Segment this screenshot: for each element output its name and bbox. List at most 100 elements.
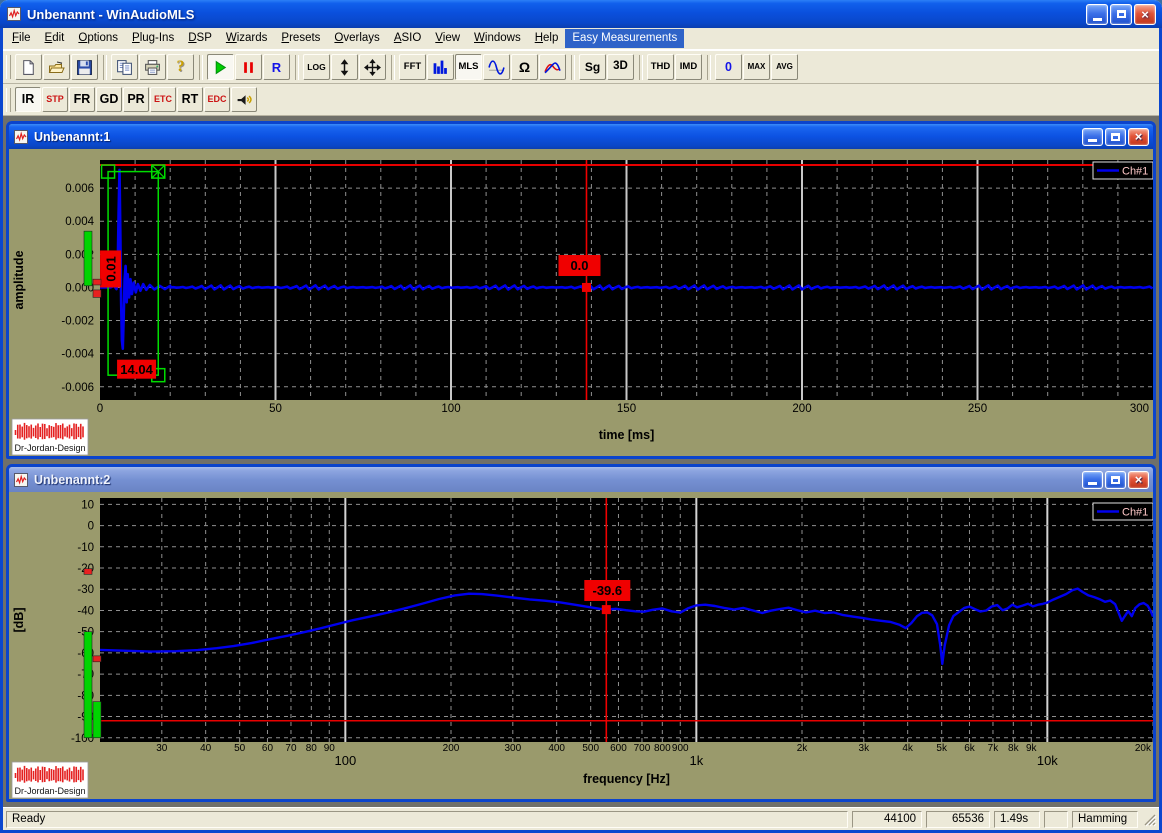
toolbar-grip[interactable]	[6, 55, 11, 79]
level-meter-red	[92, 655, 102, 663]
child-2-titlebar[interactable]: Unbenannt:2 ×	[9, 467, 1153, 492]
mdi-area: Unbenannt:1 × 0.006 0.004 0.002 0.000 -0.002 -0…	[3, 116, 1159, 807]
menu-item-easy-measurements[interactable]: Easy Measurements	[565, 29, 685, 48]
child-1-close-button[interactable]: ×	[1128, 127, 1149, 146]
cursor-value-label-text: -39.6	[592, 583, 622, 598]
reverb-time-label: RT	[181, 92, 199, 107]
open-button[interactable]	[43, 54, 70, 80]
spectrum-button[interactable]	[427, 54, 454, 80]
mls-button[interactable]: MLS	[455, 54, 482, 80]
level-meter-red	[83, 568, 93, 575]
play-button[interactable]	[207, 54, 234, 80]
y-tick-label: 0.006	[65, 183, 94, 195]
document-icon	[13, 472, 29, 488]
child-2-minimize-button[interactable]	[1082, 470, 1103, 489]
menu-item-windows[interactable]: Windows	[467, 29, 528, 48]
child-1-maximize-button[interactable]	[1105, 127, 1126, 146]
close-icon: ×	[1141, 6, 1149, 22]
energy-decay-curve-button[interactable]: EDC	[204, 87, 230, 112]
menu-item-file[interactable]: File	[5, 29, 38, 48]
dr-jordan-design-logo: Dr-Jordan-Design	[11, 761, 89, 799]
impulse-response-button[interactable]: IR	[15, 87, 41, 112]
record-button[interactable]: R	[263, 54, 290, 80]
frequency-response-button[interactable]: FR	[69, 87, 95, 112]
copy-button[interactable]	[111, 54, 138, 80]
child-2-content: 30 40 50 60 70 80 90 200 300 400 500 600 700 800 900 2k…	[9, 492, 1153, 799]
dr-jordan-design-logo: Dr-Jordan-Design	[11, 418, 89, 456]
cursor-marker[interactable]	[581, 282, 591, 292]
x-tick-label: 4k	[902, 743, 914, 754]
level-meter-green	[83, 631, 93, 739]
help-button[interactable]: ?	[167, 54, 194, 80]
avg-button[interactable]: AVG	[771, 54, 798, 80]
toolbar-grip[interactable]	[6, 87, 11, 112]
impulse-response-plot[interactable]: 0.0060.0040.0020.000-0.002-0.004-0.0060 5…	[9, 149, 1153, 456]
plot-area	[100, 498, 1153, 742]
cursor-marker[interactable]	[601, 605, 611, 615]
log-scale-button[interactable]: LOG	[303, 54, 330, 80]
toolbar-separator	[295, 54, 299, 80]
print-button[interactable]	[139, 54, 166, 80]
child-2-maximize-button[interactable]	[1105, 470, 1126, 489]
energy-time-curve-button[interactable]: ETC	[150, 87, 176, 112]
imd-button[interactable]: IMD	[675, 54, 702, 80]
x-axis-title: time [ms]	[599, 428, 655, 442]
y-axis-title: amplitude	[12, 250, 26, 309]
thd-button[interactable]: THD	[647, 54, 674, 80]
pause-button[interactable]	[235, 54, 262, 80]
menu-item-view[interactable]: View	[428, 29, 467, 48]
toolbar-separator	[639, 54, 643, 80]
max-button[interactable]: MAX	[743, 54, 770, 80]
frequency-response-label: FR	[73, 92, 91, 107]
child-2-close-button[interactable]: ×	[1128, 470, 1149, 489]
zoom-vertical-button[interactable]	[331, 54, 358, 80]
child-1-titlebar[interactable]: Unbenannt:1 ×	[9, 124, 1153, 149]
y-tick-label: -0.006	[61, 382, 94, 394]
main-titlebar[interactable]: Unbenannt - WinAudioMLS ×	[0, 0, 1162, 28]
group-delay-button[interactable]: GD	[96, 87, 122, 112]
new-button[interactable]	[15, 54, 42, 80]
help-icon: ?	[176, 58, 185, 75]
x-tick-label: 400	[548, 743, 565, 754]
child-1-minimize-button[interactable]	[1082, 127, 1103, 146]
y-tick-label: -30	[77, 584, 94, 596]
save-button[interactable]	[71, 54, 98, 80]
move-button[interactable]	[359, 54, 386, 80]
child-2-window-buttons: ×	[1082, 470, 1149, 489]
zero-button[interactable]: 0	[715, 54, 742, 80]
imd-label: IMD	[679, 61, 698, 73]
main-maximize-button[interactable]	[1110, 3, 1132, 25]
sine-signal-button[interactable]	[483, 54, 510, 80]
reverb-time-button[interactable]: RT	[177, 87, 203, 112]
selection-handle[interactable]	[100, 164, 116, 179]
frequency-response-plot[interactable]: 30 40 50 60 70 80 90 200 300 400 500 600 700 800 900 2k…	[9, 492, 1153, 799]
x-tick-label: 30	[156, 743, 168, 754]
menu-item-edit[interactable]: Edit	[38, 29, 72, 48]
main-close-button[interactable]: ×	[1134, 3, 1156, 25]
menu-item-options[interactable]: Options	[71, 29, 125, 48]
menu-item-asio[interactable]: ASIO	[387, 29, 428, 48]
signal-routing-button[interactable]	[231, 87, 257, 112]
main-minimize-button[interactable]	[1086, 3, 1108, 25]
menu-item-wizards[interactable]: Wizards	[219, 29, 275, 48]
x-tick-label: 80	[306, 743, 318, 754]
menu-item-help[interactable]: Help	[528, 29, 566, 48]
impedance-button[interactable]: Ω	[511, 54, 538, 80]
x-tick-label: 250	[968, 403, 987, 415]
three-d-label: 3D	[613, 60, 628, 73]
menu-item-plug-ins[interactable]: Plug-Ins	[125, 29, 181, 48]
step-response-button[interactable]: STP	[42, 87, 68, 112]
phase-response-button[interactable]: PR	[123, 87, 149, 112]
three-d-button[interactable]: 3D	[607, 54, 634, 80]
menu-item-dsp[interactable]: DSP	[181, 29, 219, 48]
play-icon	[215, 60, 227, 74]
x-tick-label: 700	[634, 743, 651, 754]
x-tick-label: 9k	[1026, 743, 1038, 754]
menu-item-presets[interactable]: Presets	[274, 29, 327, 48]
resize-grip[interactable]	[1142, 812, 1157, 827]
fft-button[interactable]: FFT	[399, 54, 426, 80]
level-meter-green	[83, 230, 93, 287]
signal-generator-button[interactable]: Sg	[579, 54, 606, 80]
menu-item-overlays[interactable]: Overlays	[327, 29, 386, 48]
overlay-curves-button[interactable]	[539, 54, 566, 80]
